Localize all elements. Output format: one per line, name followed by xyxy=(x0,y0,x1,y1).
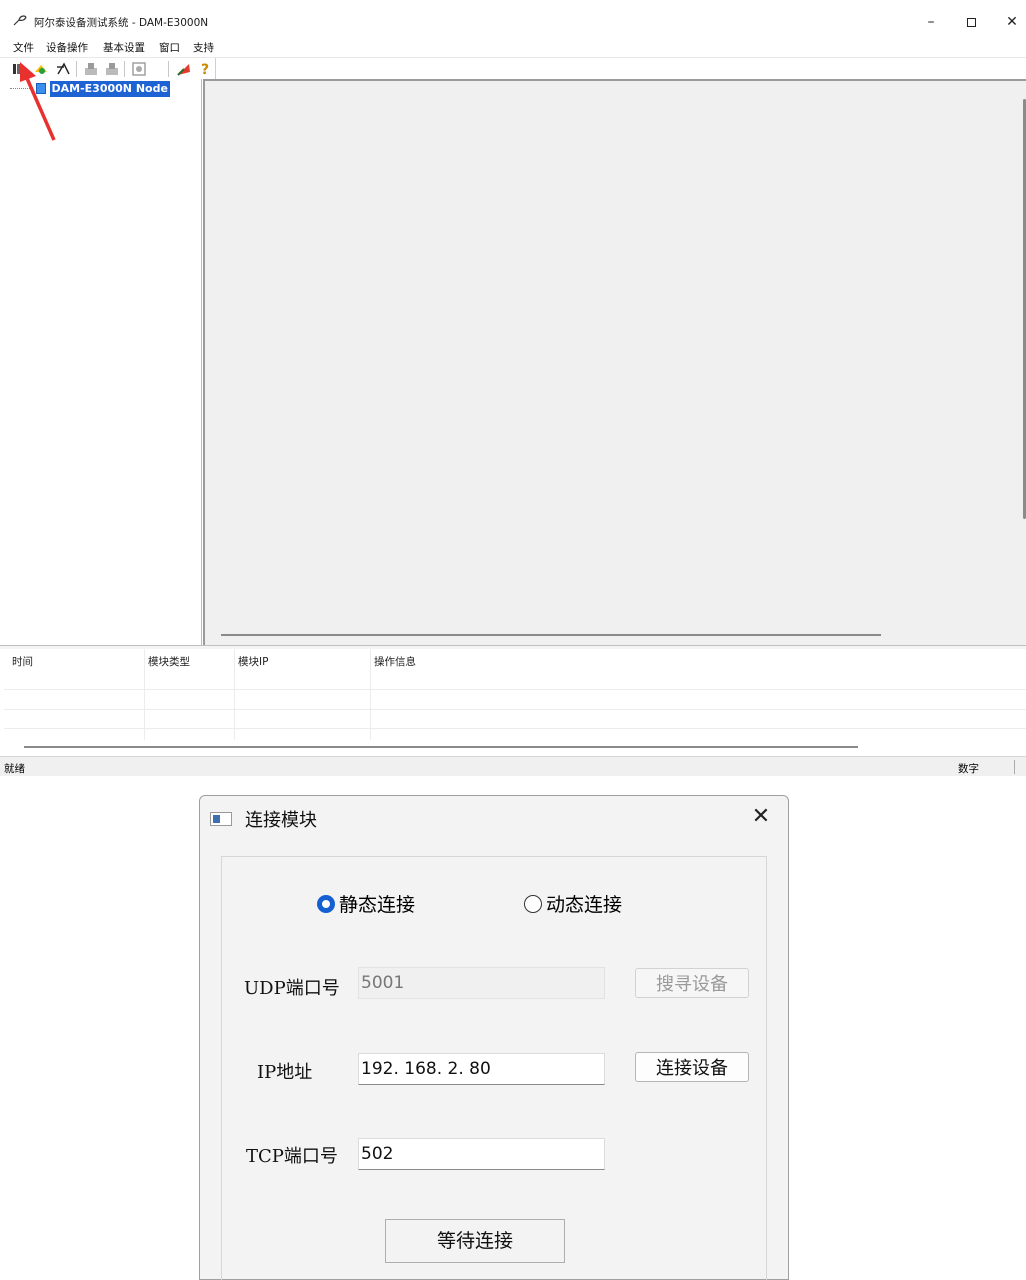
log-list: 时间 模块类型 模块IP 操作信息 xyxy=(4,649,1026,748)
column-header-module-ip[interactable]: 模块IP xyxy=(238,654,268,669)
dialog-title: 连接模块 xyxy=(245,810,317,831)
log-horizontal-scrollbar[interactable] xyxy=(24,746,858,748)
toolbar: ? xyxy=(0,57,1026,80)
toolbar-separator xyxy=(168,61,169,77)
status-numlock: 数字 xyxy=(958,763,979,775)
menu-basic-settings[interactable]: 基本设置 xyxy=(103,40,145,55)
connect-module-icon[interactable] xyxy=(10,60,28,78)
status-ready-text: 就绪 xyxy=(4,763,25,775)
toolbar-separator xyxy=(76,61,77,77)
status-bar: 就绪 数字 xyxy=(0,756,1026,776)
download-icon[interactable] xyxy=(82,60,100,78)
device-node-icon xyxy=(36,83,46,94)
app-logo-icon xyxy=(13,15,27,26)
radio-unselected-icon xyxy=(524,894,542,913)
dialog-close-button[interactable]: ✕ xyxy=(746,802,776,832)
upload-icon[interactable] xyxy=(103,60,121,78)
radio-dynamic-label: 动态连接 xyxy=(546,894,623,916)
tree-node-label[interactable]: DAM-E3000N Node xyxy=(49,81,170,97)
menu-device-ops[interactable]: 设备操作 xyxy=(46,40,88,55)
radio-static-label: 静态连接 xyxy=(339,894,416,916)
ip-address-input[interactable] xyxy=(358,1053,605,1085)
main-window: 阿尔泰设备测试系统 - DAM-E3000N – ✕ 文件 设备操作 基本设置 … xyxy=(0,0,1026,776)
row-divider xyxy=(4,689,1026,690)
mdi-client-area xyxy=(203,79,1026,645)
status-divider xyxy=(1014,760,1015,774)
udp-port-label: UDP端口号 xyxy=(244,978,340,999)
menu-support[interactable]: 支持 xyxy=(193,40,214,55)
close-button[interactable]: ✕ xyxy=(998,10,1026,34)
paint-icon[interactable] xyxy=(175,60,193,78)
connect-module-dialog: 连接模块 ✕ 静态连接 动态连接 UDP端口号 搜寻设备 IP地址 连接设备 T… xyxy=(199,795,789,1280)
toolbar-separator xyxy=(124,61,125,77)
ip-address-label: IP地址 xyxy=(257,1062,313,1083)
minimize-button[interactable]: – xyxy=(917,10,945,34)
radio-selected-icon xyxy=(317,894,335,913)
window-title: 阿尔泰设备测试系统 - DAM-E3000N xyxy=(34,17,209,29)
tree-node[interactable]: DAM-E3000N Node xyxy=(36,81,170,97)
horizontal-scrollbar[interactable] xyxy=(221,634,881,636)
column-header-module-type[interactable]: 模块类型 xyxy=(148,654,190,669)
monitor-icon[interactable] xyxy=(130,60,148,78)
maximize-button[interactable] xyxy=(957,10,985,34)
column-header-operation-info[interactable]: 操作信息 xyxy=(374,654,416,669)
device-tree: DAM-E3000N Node xyxy=(4,79,202,645)
connect-device-button[interactable]: 连接设备 xyxy=(635,1052,749,1082)
column-divider xyxy=(144,649,145,740)
disconnect-icon[interactable] xyxy=(54,60,72,78)
radio-static-connection[interactable]: 静态连接 xyxy=(317,890,415,916)
connection-status: 等待连接 xyxy=(385,1219,565,1263)
column-divider xyxy=(370,649,371,740)
toolbar-edge xyxy=(215,58,216,80)
tree-connector xyxy=(10,88,32,89)
udp-port-input[interactable] xyxy=(358,967,605,999)
maximize-icon xyxy=(966,17,976,27)
column-header-time[interactable]: 时间 xyxy=(12,654,33,669)
search-device-button[interactable]: 搜寻设备 xyxy=(635,968,749,998)
menu-bar: 文件 设备操作 基本设置 窗口 支持 xyxy=(0,38,1026,56)
column-divider xyxy=(234,649,235,740)
menu-window[interactable]: 窗口 xyxy=(159,40,180,55)
help-icon[interactable]: ? xyxy=(196,60,214,78)
menu-file[interactable]: 文件 xyxy=(13,40,34,55)
search-device-icon[interactable] xyxy=(32,60,50,78)
row-divider xyxy=(4,728,1026,729)
svg-text:?: ? xyxy=(201,62,209,78)
row-divider xyxy=(4,709,1026,710)
dialog-window-icon xyxy=(210,812,232,826)
radio-dynamic-connection[interactable]: 动态连接 xyxy=(524,890,622,916)
title-bar: 阿尔泰设备测试系统 - DAM-E3000N – ✕ xyxy=(0,0,1026,38)
tcp-port-label: TCP端口号 xyxy=(246,1146,338,1167)
tcp-port-input[interactable] xyxy=(358,1138,605,1170)
